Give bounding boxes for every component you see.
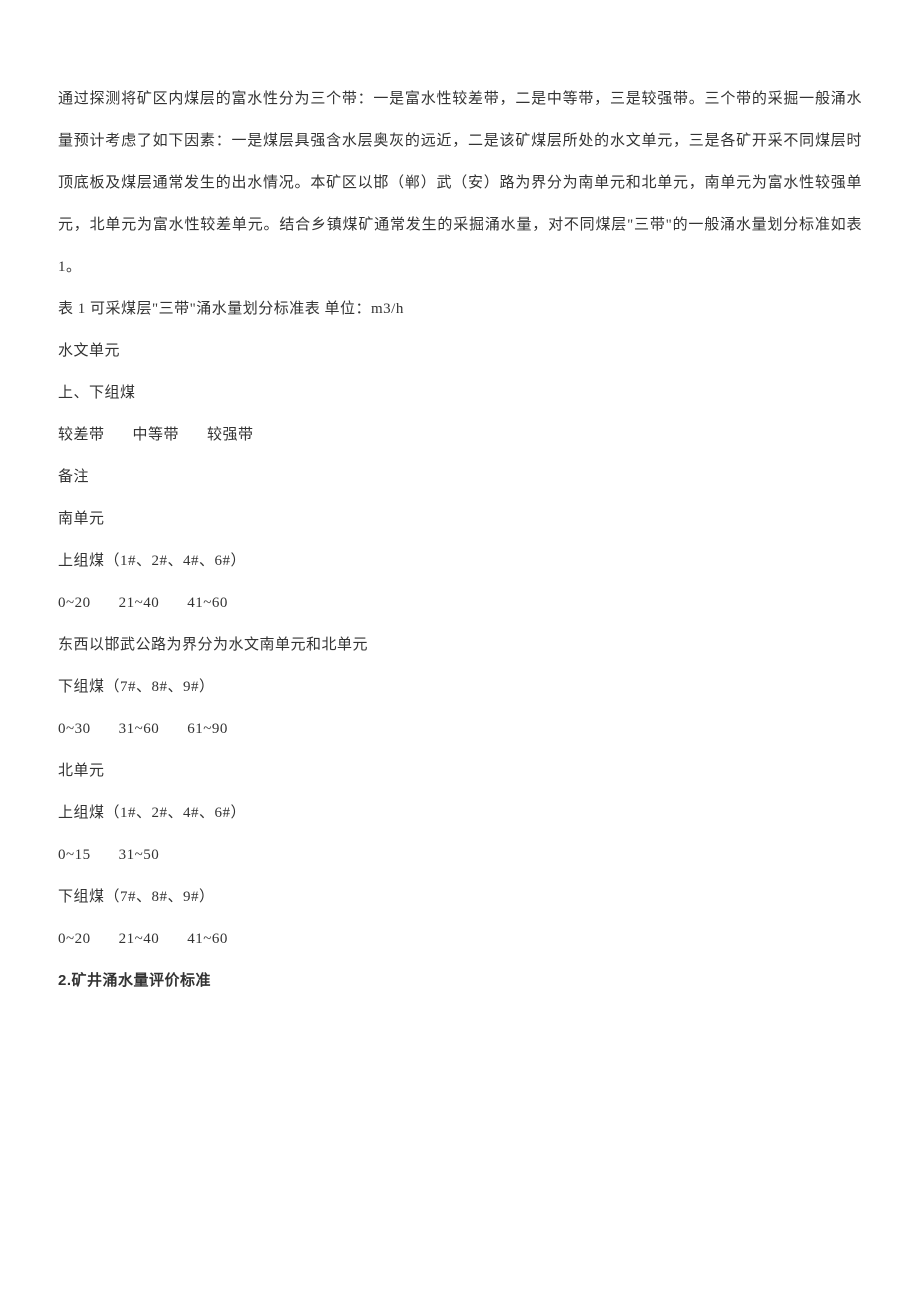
notes-text: 东西以邯武公路为界分为水文南单元和北单元 — [58, 624, 862, 666]
south-upper-medium: 21~40 — [119, 582, 160, 624]
north-lower-medium: 21~40 — [119, 918, 160, 960]
header-zone-poor: 较差带 — [58, 414, 105, 456]
north-upper-values: 0~15 31~50 — [58, 834, 862, 876]
upper-group-label: 上组煤（1#、2#、4#、6#） — [58, 540, 862, 582]
south-lower-poor: 0~30 — [58, 708, 91, 750]
table-caption: 表 1 可采煤层"三带"涌水量划分标准表 单位：m3/h — [58, 288, 862, 330]
south-upper-poor: 0~20 — [58, 582, 91, 624]
upper-group-label-north: 上组煤（1#、2#、4#、6#） — [58, 792, 862, 834]
heading-number: 2. — [58, 972, 72, 989]
header-note: 备注 — [58, 456, 862, 498]
header-zone-medium: 中等带 — [133, 414, 180, 456]
south-lower-values: 0~30 31~60 61~90 — [58, 708, 862, 750]
header-zone-row: 较差带 中等带 较强带 — [58, 414, 862, 456]
header-hydrology-unit: 水文单元 — [58, 330, 862, 372]
south-upper-strong: 41~60 — [187, 582, 228, 624]
south-lower-medium: 31~60 — [119, 708, 160, 750]
document-page: 通过探测将矿区内煤层的富水性分为三个带：一是富水性较差带，二是中等带，三是较强带… — [0, 0, 920, 1062]
south-upper-values: 0~20 21~40 41~60 — [58, 582, 862, 624]
lower-group-label-north: 下组煤（7#、8#、9#） — [58, 876, 862, 918]
north-lower-poor: 0~20 — [58, 918, 91, 960]
section-heading: 2.矿井涌水量评价标准 — [58, 960, 862, 1002]
north-upper-strong: 31~50 — [119, 834, 160, 876]
header-zone-strong: 较强带 — [207, 414, 254, 456]
south-lower-strong: 61~90 — [187, 708, 228, 750]
header-coal-group: 上、下组煤 — [58, 372, 862, 414]
intro-paragraph: 通过探测将矿区内煤层的富水性分为三个带：一是富水性较差带，二是中等带，三是较强带… — [58, 78, 862, 288]
north-lower-strong: 41~60 — [187, 918, 228, 960]
north-lower-values: 0~20 21~40 41~60 — [58, 918, 862, 960]
lower-group-label: 下组煤（7#、8#、9#） — [58, 666, 862, 708]
heading-text: 矿井涌水量评价标准 — [72, 973, 212, 989]
south-unit-label: 南单元 — [58, 498, 862, 540]
north-upper-poor: 0~15 — [58, 834, 91, 876]
north-unit-label: 北单元 — [58, 750, 862, 792]
